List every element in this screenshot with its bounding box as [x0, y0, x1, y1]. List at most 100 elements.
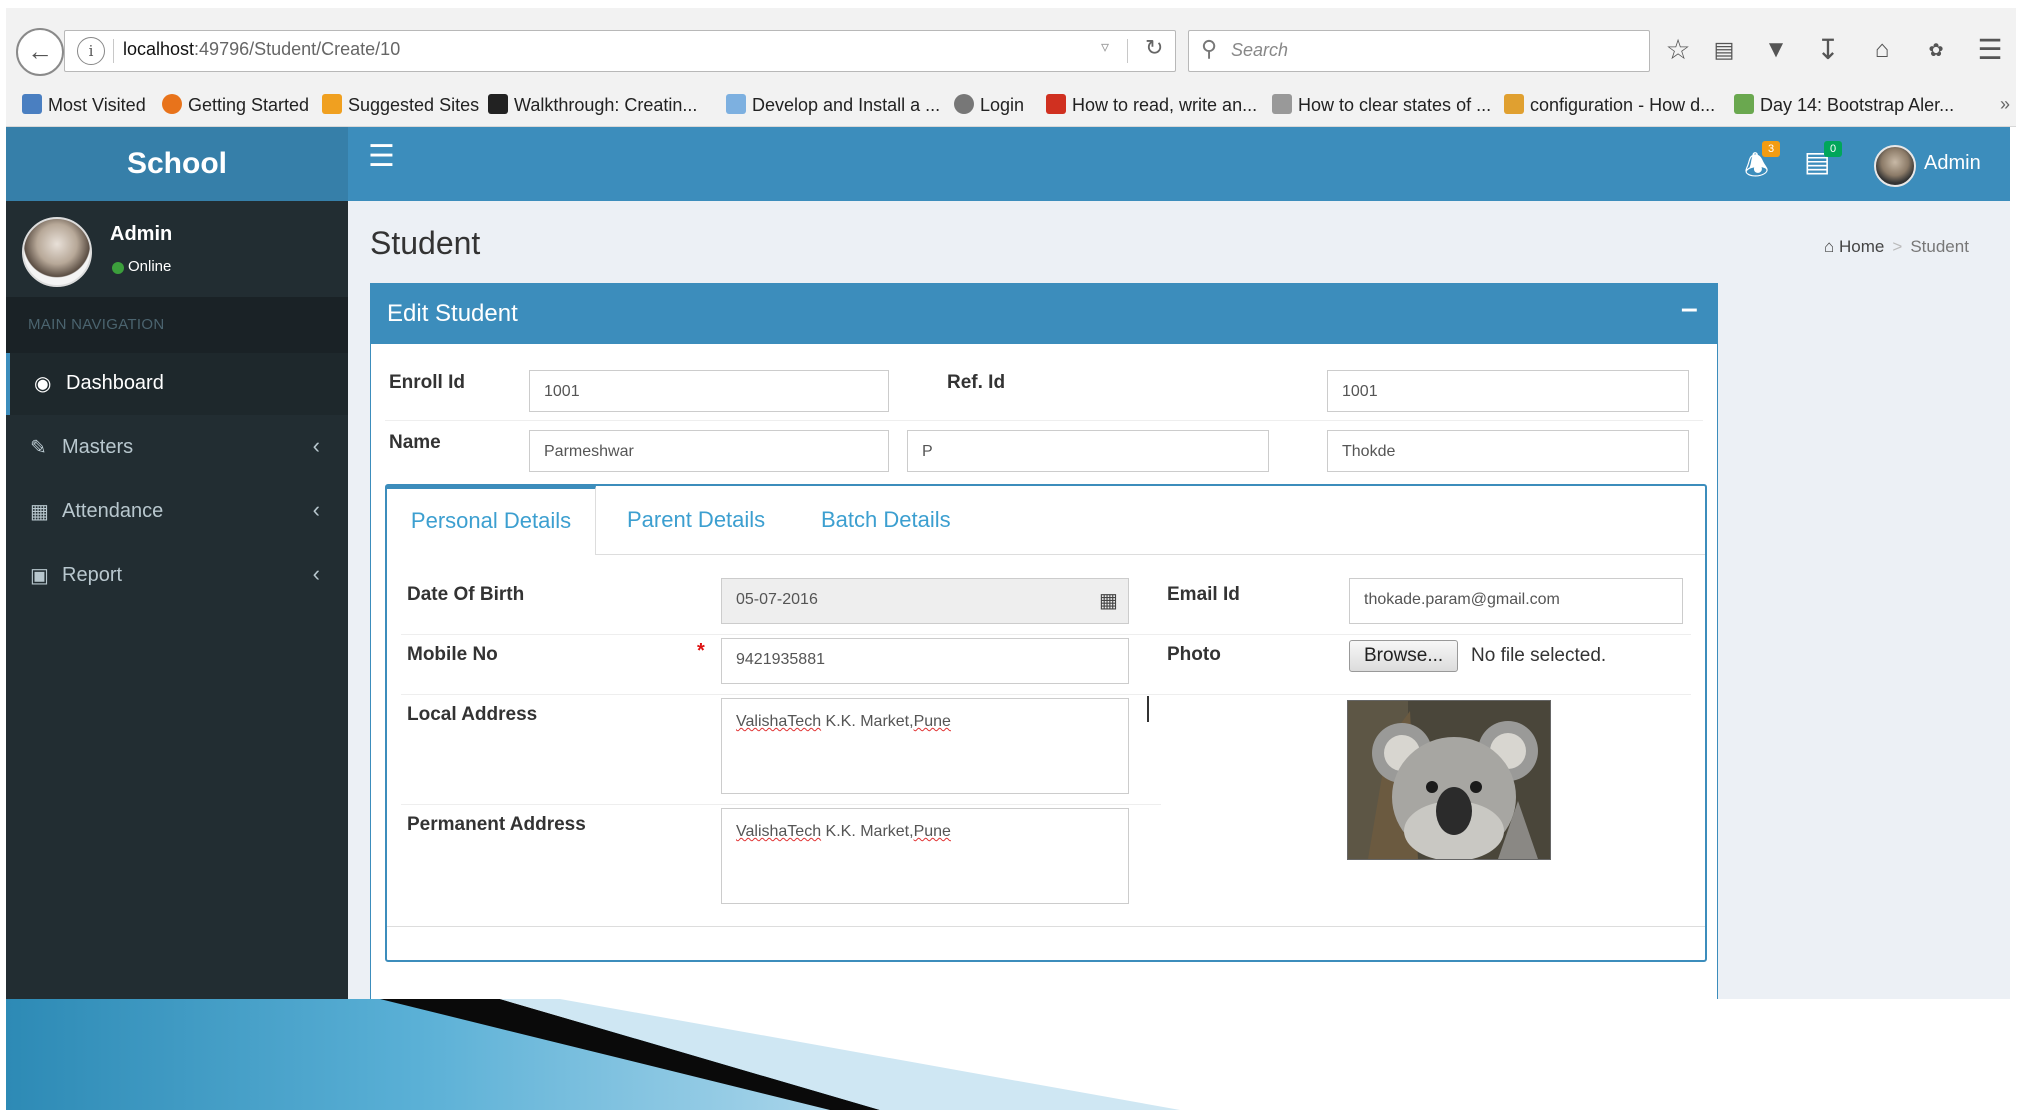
photo-label: Photo [1167, 644, 1221, 665]
sidebar-item-label: Masters [62, 436, 134, 458]
sidebar-item-masters[interactable]: ✎ Masters ‹ [6, 417, 348, 479]
bookmark-item[interactable]: Getting Started [162, 94, 309, 116]
bookmarks-overflow-icon[interactable]: » [2000, 94, 2010, 115]
info-icon[interactable]: i [77, 37, 105, 65]
menu-icon[interactable]: ☰ [1970, 30, 2010, 70]
tasks-badge: 0 [1824, 141, 1842, 157]
download-icon[interactable]: ↧ [1808, 30, 1848, 70]
calendar-icon[interactable]: ▦ [1099, 588, 1118, 613]
bookmark-item[interactable]: Develop and Install a ... [726, 94, 940, 116]
enroll-id-field[interactable]: 1001 [529, 370, 889, 412]
dashboard-icon: ◉ [34, 373, 52, 395]
address-divider [1127, 39, 1128, 63]
middle-name-field[interactable]: P [907, 430, 1269, 472]
address-divider [113, 39, 114, 63]
addon-icon[interactable]: ✿ [1916, 30, 1956, 70]
email-label: Email Id [1167, 584, 1240, 605]
sidebar-section-header: MAIN NAVIGATION [6, 297, 348, 353]
permanent-address-label: Permanent Address [407, 814, 586, 835]
browser-chrome: ← i localhost:49796/Student/Create/10 ▿ … [6, 8, 2016, 127]
reload-icon[interactable]: ↻ [1145, 35, 1163, 61]
bookmark-item[interactable]: Most Visited [22, 94, 146, 116]
edit-student-box: Edit Student – Enroll Id * 1001 Ref. Id … [370, 283, 1718, 1001]
name-label: Name [389, 432, 441, 453]
email-field[interactable]: thokade.param@gmail.com [1349, 578, 1683, 624]
notifications-badge: 3 [1762, 141, 1780, 157]
chevron-left-icon: ‹ [312, 433, 320, 458]
online-dot-icon [112, 262, 124, 274]
pocket-icon[interactable]: ▼ [1756, 30, 1796, 70]
sidebar-toggle-icon[interactable]: ☰ [368, 139, 395, 174]
row-divider [401, 634, 1691, 635]
student-details-tabs: Personal Details Parent Details Batch De… [385, 484, 1707, 962]
bookmark-item[interactable]: How to clear states of ... [1272, 94, 1491, 116]
address-part: ValishaTech [736, 713, 822, 730]
sidebar-item-dashboard[interactable]: ◉ Dashboard [6, 353, 352, 415]
reading-list-icon[interactable]: ▤ [1704, 30, 1744, 70]
home-icon: ⌂ [1824, 237, 1835, 256]
sidebar-item-label: Attendance [62, 500, 164, 522]
bookmark-item[interactable]: Suggested Sites [322, 94, 479, 116]
file-status: No file selected. [1471, 645, 1607, 666]
top-navbar: ☰ 🕭 3 ▤ 0 Admin [348, 127, 2010, 201]
home-icon[interactable]: ⌂ [1862, 30, 1902, 70]
table-icon: ▣ [30, 565, 49, 587]
enroll-id-label: Enroll Id [389, 372, 465, 393]
bookmark-item[interactable]: Day 14: Bootstrap Aler... [1734, 94, 1954, 116]
tab-parent-details[interactable]: Parent Details [627, 486, 765, 554]
breadcrumb-current: Student [1910, 237, 1969, 256]
first-name-field[interactable]: Parmeshwar [529, 430, 889, 472]
sidebar: Admin Online MAIN NAVIGATION ◉ Dashboard… [6, 201, 352, 999]
address-bar[interactable]: i localhost:49796/Student/Create/10 ▿ ↻ [64, 30, 1176, 72]
content-area: Student ⌂ Home > Student Edit Student – En… [348, 201, 2010, 1001]
sidebar-item-label: Report [62, 564, 123, 586]
bookmark-item[interactable]: Walkthrough: Creatin... [488, 94, 697, 116]
sidebar-item-label: Dashboard [66, 372, 164, 394]
dob-label: Date Of Birth [407, 584, 525, 605]
address-part: K.K. Market, [821, 823, 914, 840]
user-status: Online [128, 258, 172, 275]
user-menu-name[interactable]: Admin [1924, 152, 1981, 175]
chevron-left-icon: ‹ [312, 497, 320, 522]
search-icon: ⚲ [1201, 36, 1218, 61]
browse-button[interactable]: Browse... [1349, 640, 1459, 672]
permanent-address-field[interactable]: ValishaTech K.K. Market,Pune [721, 808, 1129, 904]
address-part: K.K. Market, [821, 713, 914, 730]
bookmark-favicon-icon [954, 94, 974, 114]
collapse-icon[interactable]: – [1681, 292, 1698, 326]
tab-personal-details[interactable]: Personal Details [387, 486, 596, 555]
bookmark-item[interactable]: Login [954, 94, 1024, 116]
sidebar-item-report[interactable]: ▣ Report ‹ [6, 545, 348, 607]
breadcrumb-separator: > [1892, 237, 1903, 256]
local-address-field[interactable]: ValishaTech K.K. Market,Pune [721, 698, 1129, 794]
dob-field[interactable]: 05-07-2016 [721, 578, 1129, 624]
local-address-label: Local Address [407, 704, 538, 725]
bookmark-favicon-icon [1504, 94, 1524, 114]
bookmark-item[interactable]: How to read, write an... [1046, 94, 1257, 116]
dropdown-icon[interactable]: ▿ [1101, 37, 1109, 57]
url-text[interactable]: localhost:49796/Student/Create/10 [123, 39, 400, 60]
grid-icon: ▦ [30, 501, 49, 523]
text-cursor [1147, 696, 1149, 722]
sidebar-item-attendance[interactable]: ▦ Attendance ‹ [6, 481, 348, 543]
brand-logo[interactable]: School [6, 127, 348, 201]
bookmark-item[interactable]: configuration - How d... [1504, 94, 1715, 116]
ref-id-field[interactable]: 1001 [1327, 370, 1689, 412]
last-name-field[interactable]: Thokde [1327, 430, 1689, 472]
breadcrumb: ⌂ Home > Student [1824, 237, 1969, 257]
tab-bar: Personal Details Parent Details Batch De… [387, 486, 1705, 555]
bookmark-favicon-icon [1272, 94, 1292, 114]
breadcrumb-home-link[interactable]: Home [1839, 237, 1884, 256]
bookmark-favicon-icon [322, 94, 342, 114]
bookmark-favicon-icon [1734, 94, 1754, 114]
tab-batch-details[interactable]: Batch Details [821, 486, 951, 554]
edit-icon: ✎ [30, 437, 47, 459]
star-icon[interactable]: ☆ [1658, 30, 1698, 70]
browser-search-input[interactable]: ⚲ Search [1188, 30, 1650, 72]
bookmark-favicon-icon [488, 94, 508, 114]
avatar[interactable] [1874, 145, 1916, 187]
chevron-left-icon: ‹ [312, 561, 320, 586]
mobile-field[interactable]: 9421935881 [721, 638, 1129, 684]
back-icon[interactable]: ← [16, 28, 64, 76]
page-title: Student [370, 225, 481, 261]
